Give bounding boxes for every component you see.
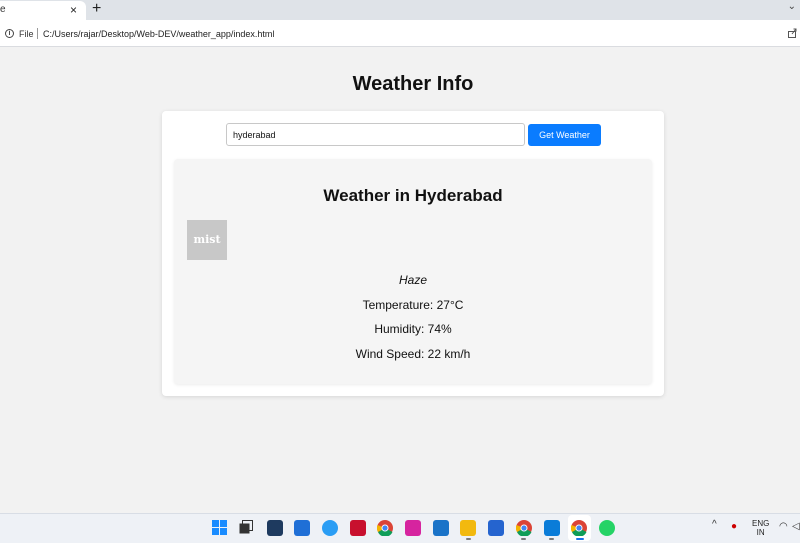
windows-start-icon[interactable]: [212, 520, 227, 535]
instagram-icon[interactable]: [405, 520, 421, 536]
chrome-active-icon[interactable]: [571, 520, 587, 536]
active-indicator: [576, 538, 584, 540]
tab-label: e: [0, 4, 6, 15]
running-indicator: [521, 538, 526, 540]
result-title: Weather in Hyderabad: [323, 186, 503, 205]
chrome-badge-icon[interactable]: [516, 520, 532, 536]
devices-icon[interactable]: [433, 520, 449, 536]
weather-condition-icon: mist: [187, 220, 227, 260]
store-icon[interactable]: [267, 520, 283, 536]
running-indicator: [466, 538, 471, 540]
tray-status-icon[interactable]: ●: [731, 521, 737, 532]
language-indicator[interactable]: ENG IN: [752, 519, 769, 537]
tab-bar: [0, 0, 800, 20]
file-scheme-label: File: [19, 29, 34, 39]
address-separator: [37, 28, 38, 39]
tray-overflow-icon[interactable]: ^: [712, 519, 717, 530]
tab-close-icon[interactable]: ×: [70, 4, 77, 16]
mcafee-icon[interactable]: [294, 520, 310, 536]
wind-speed-text: Wind Speed: 22 km/h: [355, 347, 471, 361]
browser-tab[interactable]: e ×: [0, 1, 86, 20]
humidity-text: Humidity: 74%: [374, 322, 452, 336]
file-explorer-icon[interactable]: [460, 520, 476, 536]
whatsapp-icon[interactable]: [599, 520, 615, 536]
url-text[interactable]: C:/Users/rajar/Desktop/Web-DEV/weather_a…: [43, 29, 274, 39]
security-icon[interactable]: [350, 520, 366, 536]
weather-description: Haze: [398, 273, 427, 287]
taskbar: [0, 513, 800, 543]
running-indicator: [549, 538, 554, 540]
address-bar: i File C:/Users/rajar/Desktop/Web-DEV/we…: [0, 20, 800, 47]
get-weather-button[interactable]: Get Weather: [528, 124, 601, 146]
vscode-icon[interactable]: [544, 520, 560, 536]
tab-search-chevron-icon[interactable]: ⌄: [788, 1, 796, 12]
volume-icon[interactable]: ◁: [792, 521, 800, 532]
todo-icon[interactable]: [488, 520, 504, 536]
language-code: ENG: [752, 519, 770, 528]
wifi-icon[interactable]: ◠: [779, 521, 788, 532]
temperature-text: Temperature: 27°C: [362, 298, 464, 312]
page-title: Weather Info: [352, 73, 474, 95]
new-tab-button[interactable]: +: [92, 1, 101, 17]
chrome-icon[interactable]: [377, 520, 393, 536]
city-search-input[interactable]: [226, 123, 525, 146]
share-icon[interactable]: [788, 28, 797, 38]
region-code: IN: [756, 528, 765, 537]
task-view-icon[interactable]: [239, 520, 253, 534]
info-icon[interactable]: i: [5, 29, 14, 38]
edge-icon[interactable]: [322, 520, 338, 536]
